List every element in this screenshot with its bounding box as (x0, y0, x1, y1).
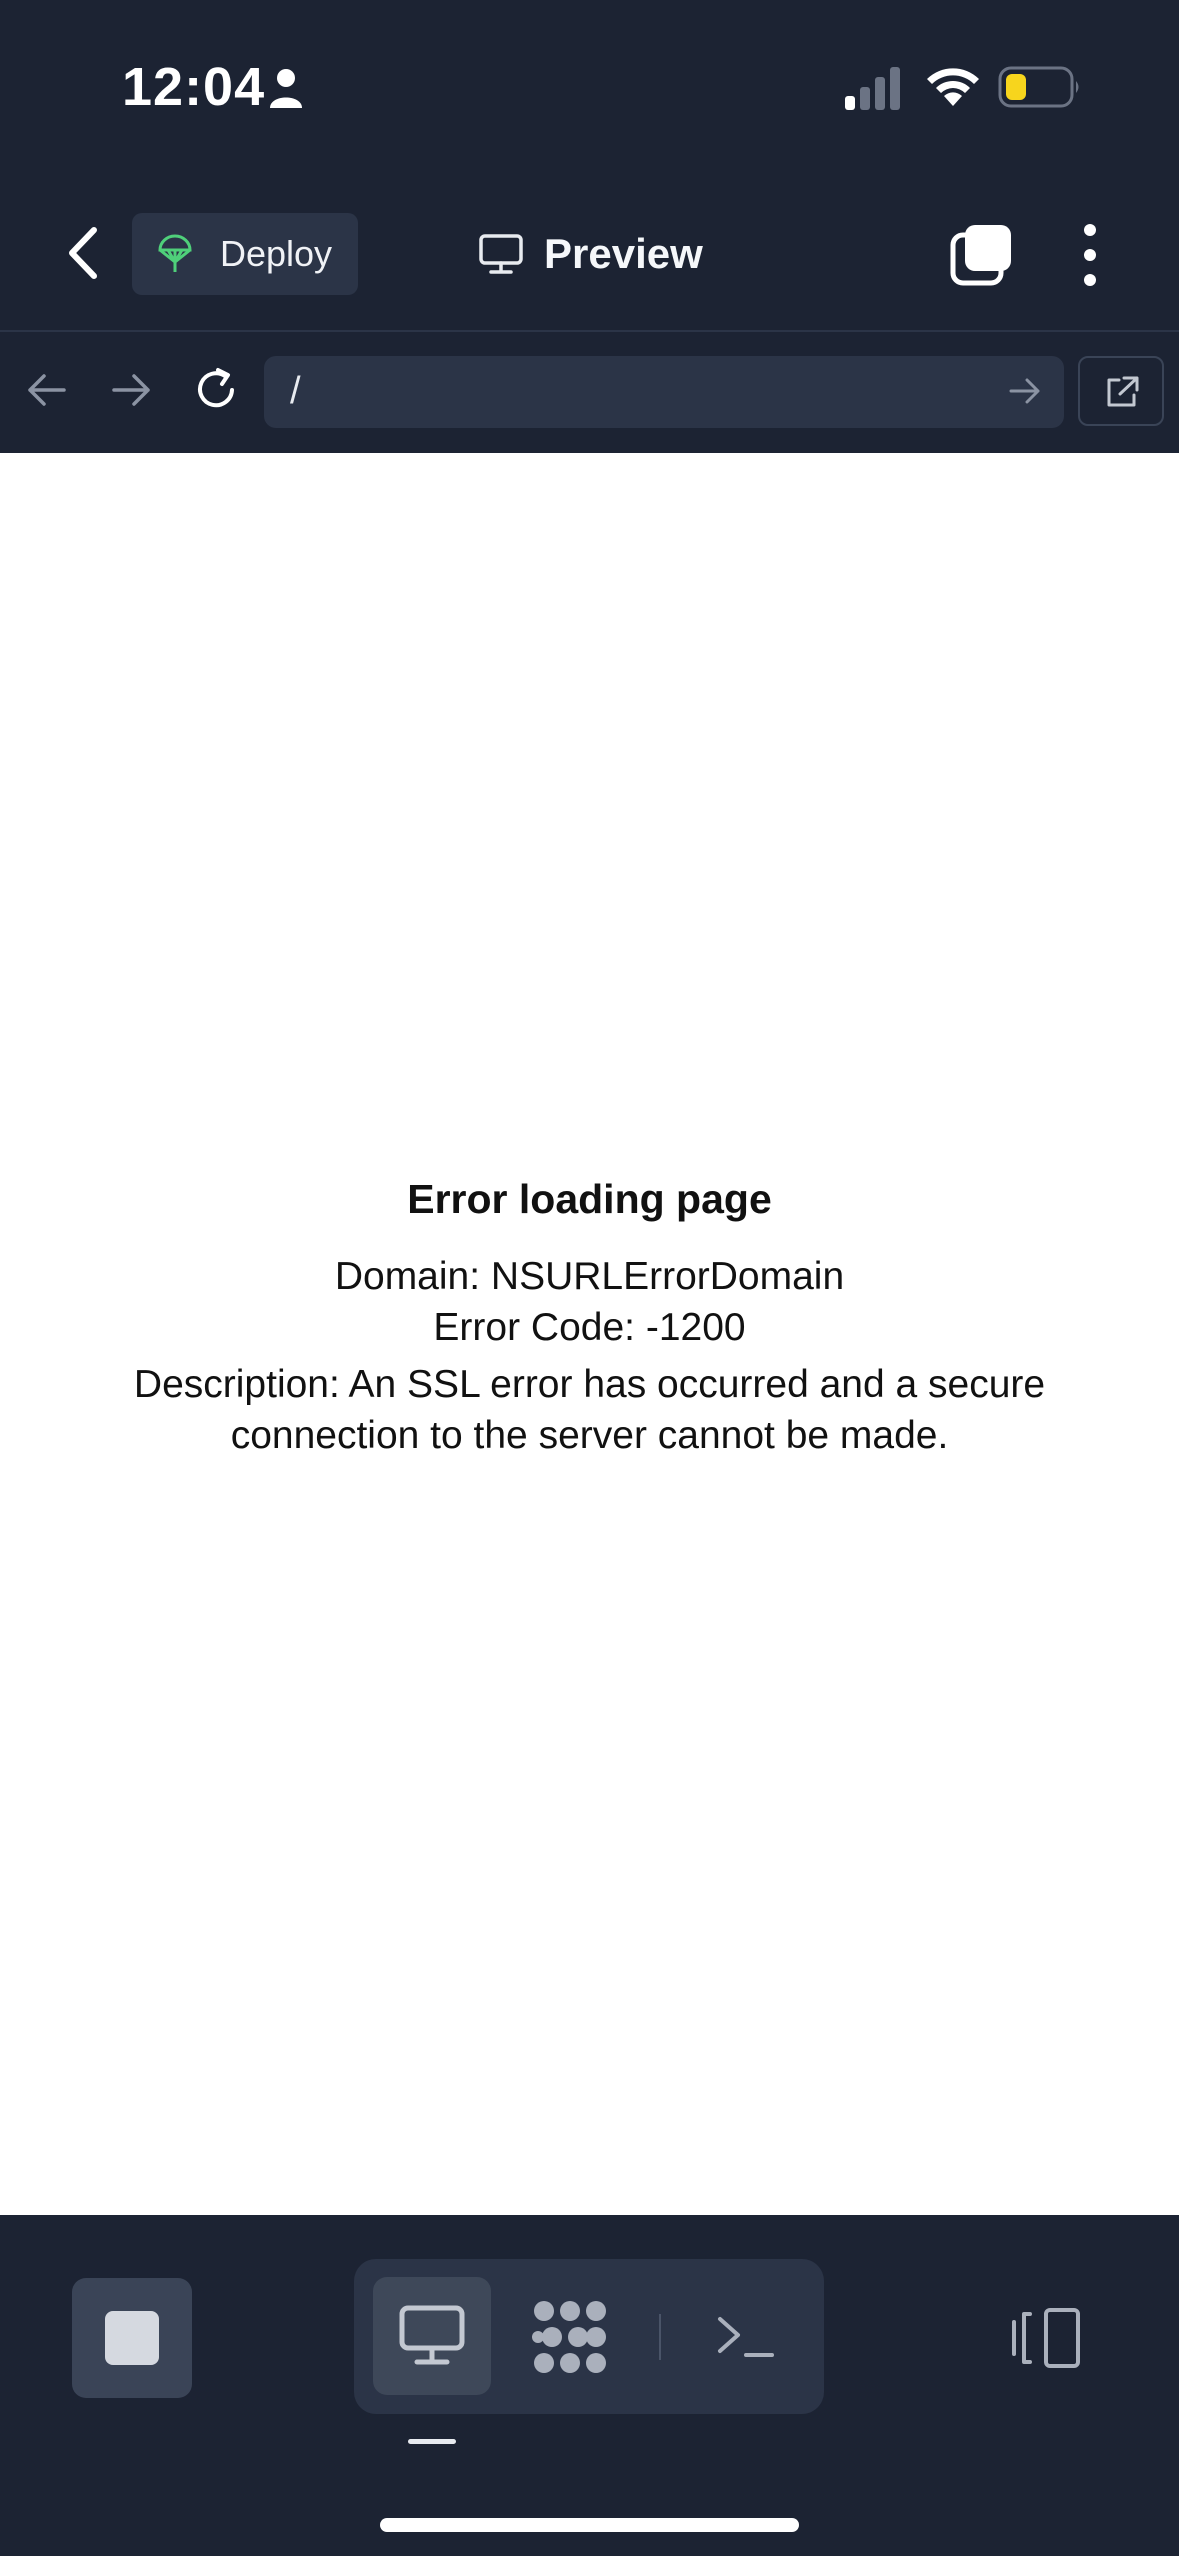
mode-preview-button[interactable] (373, 2277, 491, 2395)
divider (659, 2314, 661, 2360)
status-time: 12:04 (122, 57, 266, 117)
home-indicator[interactable] (380, 2518, 799, 2532)
error-domain: Domain: NSURLErrorDomain (334, 1255, 845, 1298)
mode-switcher (354, 2259, 824, 2414)
monitor-icon (479, 234, 523, 274)
url-input[interactable]: / (264, 356, 1064, 428)
reload-icon[interactable] (192, 366, 240, 414)
more-options-icon[interactable] (1070, 222, 1110, 288)
deploy-icon (158, 234, 192, 272)
packages-icon[interactable] (532, 2299, 608, 2375)
error-message: Error loading page Domain: NSURLErrorDom… (0, 1176, 1179, 1461)
panel-toggle-icon[interactable] (1008, 2306, 1082, 2370)
external-link-icon (1107, 376, 1139, 407)
person-icon (270, 69, 302, 108)
back-chevron-icon[interactable] (56, 222, 112, 284)
deploy-button[interactable]: Deploy (132, 213, 358, 295)
error-title: Error loading page (407, 1176, 772, 1222)
active-mode-indicator (408, 2439, 456, 2444)
error-description: Description: An SSL error has occurred a… (133, 1363, 1046, 1457)
cellular-signal-icon (845, 67, 900, 110)
deploy-label: Deploy (220, 233, 333, 274)
monitor-icon (399, 2305, 465, 2365)
go-arrow-icon[interactable] (1008, 374, 1042, 408)
error-code: Error Code: -1200 (433, 1306, 746, 1349)
arrow-left-icon[interactable] (24, 370, 68, 410)
page-title: Preview (544, 230, 703, 277)
wifi-icon (927, 68, 979, 106)
arrow-right-icon[interactable] (110, 370, 154, 410)
tabs-icon[interactable] (950, 222, 1014, 286)
preview-title: Preview (478, 224, 703, 284)
stop-button[interactable] (72, 2278, 192, 2398)
open-external-button[interactable] (1078, 356, 1164, 426)
battery-icon (998, 66, 1079, 108)
url-text: / (290, 370, 301, 412)
status-bar: 12:04 (0, 0, 1179, 175)
console-icon[interactable] (714, 2307, 776, 2367)
stop-icon (105, 2311, 159, 2365)
